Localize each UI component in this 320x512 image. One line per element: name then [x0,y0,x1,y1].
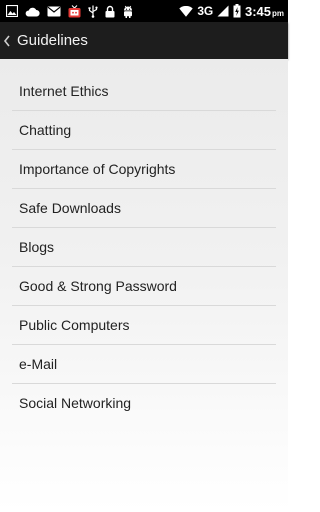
battery-icon [233,4,241,18]
list-item-blogs[interactable]: Blogs [12,228,276,267]
list-item-email[interactable]: e-Mail [12,345,276,384]
wifi-icon [179,4,194,18]
action-bar: Guidelines [0,22,288,59]
status-clock: 3:45pm [245,4,284,19]
clock-ampm: pm [272,8,284,18]
guidelines-content: Internet Ethics Chatting Importance of C… [0,59,288,512]
list-item-chatting[interactable]: Chatting [12,111,276,150]
network-type-label: 3G [197,4,213,18]
email-icon [47,4,61,18]
tv-app-icon [68,4,81,18]
page-title: Guidelines [17,32,88,49]
clock-time: 3:45 [244,3,271,19]
chevron-left-icon [3,35,11,47]
image-icon [6,4,18,18]
android-icon [122,4,134,18]
notification-icons [0,0,134,22]
back-button[interactable] [0,22,15,59]
status-bar: 3G 3:45pm [0,0,288,22]
list-item-internet-ethics[interactable]: Internet Ethics [12,72,276,111]
list-item-public-computers[interactable]: Public Computers [12,306,276,345]
list-item-strong-password[interactable]: Good & Strong Password [12,267,276,306]
signal-icon [217,4,229,18]
list-item-importance-of-copyrights[interactable]: Importance of Copyrights [12,150,276,189]
guidelines-list: Internet Ethics Chatting Importance of C… [12,72,276,422]
usb-icon [88,4,98,18]
system-icons: 3G 3:45pm [179,0,288,22]
cloud-icon [25,4,40,18]
lock-icon [105,4,115,18]
list-item-safe-downloads[interactable]: Safe Downloads [12,189,276,228]
list-item-social-networking[interactable]: Social Networking [12,384,276,422]
